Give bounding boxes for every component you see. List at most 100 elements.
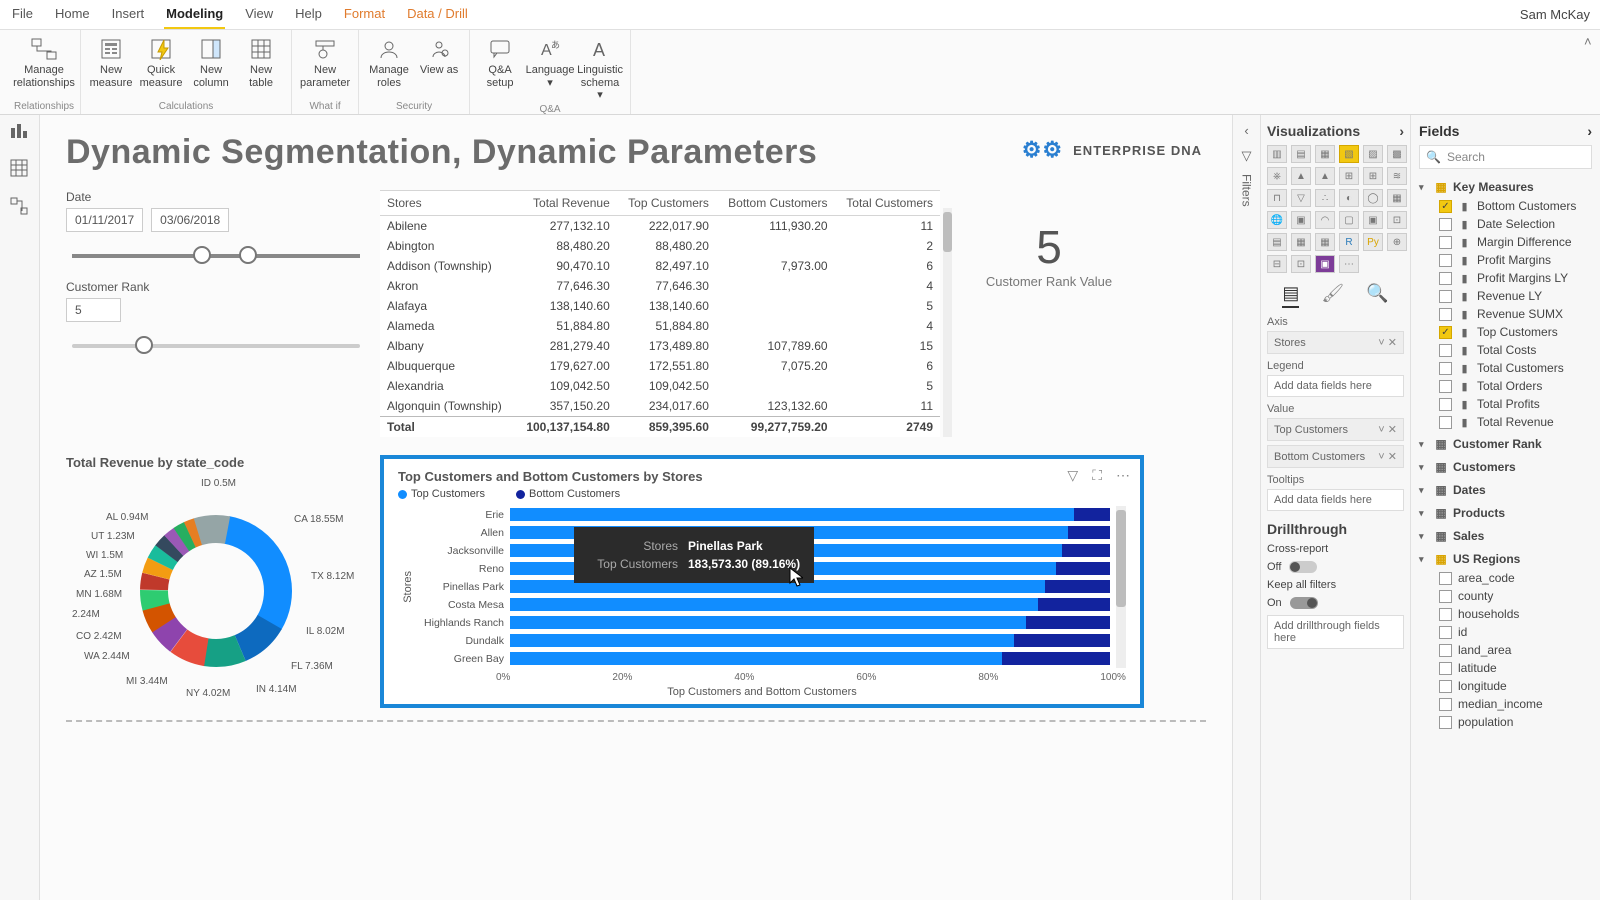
viz-map[interactable]: 🌐	[1267, 211, 1287, 229]
report-canvas[interactable]: Dynamic Segmentation, Dynamic Parameters…	[40, 115, 1232, 900]
column-header[interactable]: Top Customers	[617, 191, 716, 216]
bar-row[interactable]: Jacksonville	[418, 542, 1110, 559]
donut-visual[interactable]: Total Revenue by state_code	[66, 455, 366, 708]
viz-card[interactable]: ▢	[1339, 211, 1359, 229]
bar-segment-top[interactable]	[510, 580, 1045, 593]
table-header[interactable]: ▾▦Customers	[1419, 457, 1592, 477]
checkbox[interactable]	[1439, 380, 1452, 393]
stores-table[interactable]: StoresTotal RevenueTop CustomersBottom C…	[380, 190, 940, 437]
bar-segment-bottom[interactable]	[1062, 544, 1110, 557]
checkbox[interactable]	[1439, 362, 1452, 375]
viz-pie[interactable]: ◐	[1339, 189, 1359, 207]
chevron-right-icon[interactable]: ›	[1587, 123, 1592, 139]
checkbox[interactable]	[1439, 608, 1452, 621]
column-header[interactable]: Total Revenue	[515, 191, 617, 216]
bar-segment-bottom[interactable]	[1056, 562, 1110, 575]
date-range-slider[interactable]	[72, 254, 360, 258]
chevron-right-icon[interactable]: ›	[1399, 123, 1404, 139]
table-scrollbar[interactable]	[943, 208, 952, 437]
viz-waterfall[interactable]: ⊓	[1267, 189, 1287, 207]
keep-filters-toggle[interactable]	[1290, 597, 1318, 609]
tab-format[interactable]: Format	[342, 0, 387, 29]
table-header[interactable]: ▾▦Products	[1419, 503, 1592, 523]
checkbox[interactable]	[1439, 218, 1452, 231]
bar-segment-bottom[interactable]	[1026, 616, 1110, 629]
viz-slicer[interactable]: ▤	[1267, 233, 1287, 251]
bar-row[interactable]: Allen	[418, 524, 1110, 541]
bar-row[interactable]: Reno	[418, 560, 1110, 577]
table-row[interactable]: Akron77,646.3077,646.304	[380, 276, 940, 296]
viz-stacked-col[interactable]: ▦	[1315, 145, 1335, 163]
field-item[interactable]: households	[1419, 605, 1592, 623]
field-item[interactable]: ▮Total Customers	[1419, 359, 1592, 377]
rank-card[interactable]: 5 Customer Rank Value	[954, 190, 1144, 437]
checkbox[interactable]: ✓	[1439, 326, 1452, 339]
viz-matrix[interactable]: ▦	[1315, 233, 1335, 251]
bar-segment-bottom[interactable]	[1038, 598, 1110, 611]
checkbox[interactable]	[1439, 254, 1452, 267]
tab-home[interactable]: Home	[53, 0, 92, 29]
manage-relationships-button[interactable]: Manage relationships	[17, 34, 71, 91]
viz-py[interactable]: Py	[1363, 233, 1383, 251]
chart-scrollbar[interactable]	[1116, 506, 1126, 668]
qa-setup-button[interactable]: Q&A setup	[476, 34, 524, 104]
bar-segment-top[interactable]	[510, 616, 1026, 629]
viz-100pct-bar[interactable]: ▧	[1339, 145, 1359, 163]
field-item[interactable]: ▮Revenue LY	[1419, 287, 1592, 305]
field-item[interactable]: ▮Revenue SUMX	[1419, 305, 1592, 323]
table-row[interactable]: Alexandria109,042.50109,042.505	[380, 376, 940, 396]
table-header[interactable]: ▾▦Sales	[1419, 526, 1592, 546]
language-button[interactable]: AあLanguage▾	[526, 34, 574, 104]
more-options-icon[interactable]: ⋯	[1116, 467, 1130, 484]
field-item[interactable]: id	[1419, 623, 1592, 641]
stacked-bar-visual[interactable]: Top Customers and Bottom Customers by St…	[380, 455, 1144, 708]
bar-segment-bottom[interactable]	[1074, 508, 1110, 521]
bar-row[interactable]: Dundalk	[418, 632, 1110, 649]
focus-mode-icon[interactable]: ⛶	[1092, 467, 1102, 484]
field-item[interactable]: land_area	[1419, 641, 1592, 659]
column-header[interactable]: Bottom Customers	[716, 191, 835, 216]
rank-slider[interactable]	[72, 344, 360, 348]
column-header[interactable]: Total Customers	[835, 191, 940, 216]
value-field-well[interactable]: Top Customers˅ ✕	[1267, 418, 1404, 441]
filters-pane-collapsed[interactable]: ‹ ▽ Filters	[1232, 115, 1260, 900]
bar-segment-top[interactable]	[510, 634, 1014, 647]
fields-search-input[interactable]: 🔍Search	[1419, 145, 1592, 169]
bar-segment-bottom[interactable]	[1014, 634, 1110, 647]
tab-view[interactable]: View	[243, 0, 275, 29]
bar-row[interactable]: Highlands Ranch	[418, 614, 1110, 631]
checkbox[interactable]	[1439, 572, 1452, 585]
field-item[interactable]: ▮Total Orders	[1419, 377, 1592, 395]
bar-segment-top[interactable]	[510, 508, 1074, 521]
date-to-input[interactable]: 03/06/2018	[151, 208, 229, 232]
viz-100pct-col[interactable]: ▩	[1387, 145, 1407, 163]
viz-qna[interactable]: ⊡	[1291, 255, 1311, 273]
table-row[interactable]: Albuquerque179,627.00172,551.807,075.206	[380, 356, 940, 376]
new-column-button[interactable]: New column	[187, 34, 235, 91]
viz-donut[interactable]: ◯	[1363, 189, 1383, 207]
table-row[interactable]: Abilene277,132.10222,017.90111,930.2011	[380, 216, 940, 237]
table-row[interactable]: Addison (Township)90,470.1082,497.107,97…	[380, 256, 940, 276]
table-header[interactable]: ▾▦Customer Rank	[1419, 434, 1592, 454]
analytics-tab[interactable]: 🔍	[1366, 283, 1388, 308]
viz-custom1[interactable]: ▣	[1315, 255, 1335, 273]
viz-more[interactable]: ⋯	[1339, 255, 1359, 273]
viz-ribbon[interactable]: ≋	[1387, 167, 1407, 185]
linguistic-schema-button[interactable]: ALinguistic schema▾	[576, 34, 624, 104]
field-item[interactable]: ✓▮Top Customers	[1419, 323, 1592, 341]
fields-tab[interactable]: ▤	[1282, 283, 1299, 308]
manage-roles-button[interactable]: Manage roles	[365, 34, 413, 91]
new-parameter-button[interactable]: New parameter	[298, 34, 352, 91]
bar-segment-top[interactable]	[510, 598, 1038, 611]
signed-in-user[interactable]: Sam McKay	[1520, 7, 1590, 22]
bar-row[interactable]: Erie	[418, 506, 1110, 523]
tab-data-drill[interactable]: Data / Drill	[405, 0, 470, 29]
data-view-button[interactable]	[10, 159, 30, 179]
table-row[interactable]: Alameda51,884.8051,884.804	[380, 316, 940, 336]
viz-clustered-col[interactable]: ▨	[1363, 145, 1383, 163]
checkbox[interactable]	[1439, 590, 1452, 603]
table-key-measures[interactable]: ▾▦Key Measures	[1419, 177, 1592, 197]
date-slicer[interactable]: Date 01/11/2017 03/06/2018 Customer Rank…	[66, 190, 366, 437]
field-item[interactable]: ▮Total Costs	[1419, 341, 1592, 359]
field-item[interactable]: ✓▮Bottom Customers	[1419, 197, 1592, 215]
